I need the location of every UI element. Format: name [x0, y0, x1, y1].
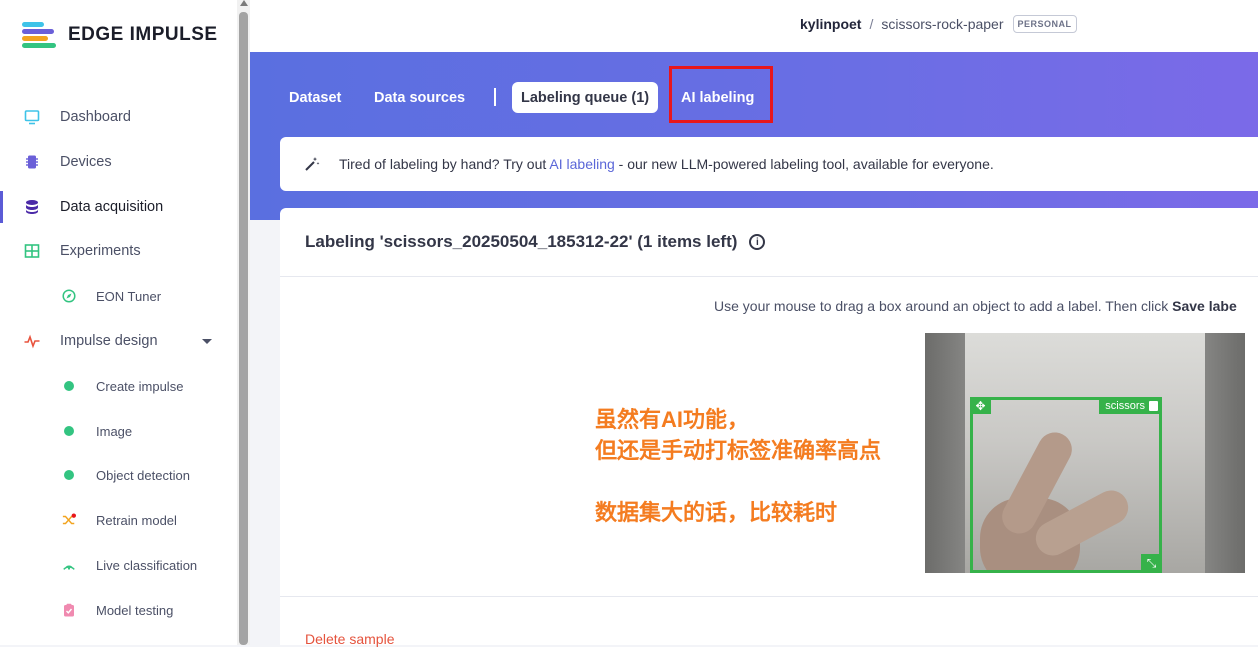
sidebar-item-live-classification[interactable]: Live classification	[0, 545, 237, 585]
scroll-up-arrow-icon[interactable]	[240, 0, 248, 6]
notice-prefix: Tired of labeling by hand? Try out	[339, 156, 550, 172]
sidebar-item-create-impulse[interactable]: Create impulse	[0, 366, 237, 406]
tab-data-sources[interactable]: Data sources	[374, 82, 465, 113]
sidebar-item-label: Create impulse	[96, 378, 184, 394]
bbox-label-text: scissors	[1105, 399, 1145, 412]
breadcrumb: kylinpoet / scissors-rock-paper PERSONAL	[800, 15, 1077, 33]
ai-labeling-notice: Tired of labeling by hand? Try out AI la…	[280, 137, 1258, 191]
database-icon	[26, 200, 38, 214]
tab-labeling-queue[interactable]: Labeling queue (1)	[512, 82, 659, 113]
info-icon[interactable]: i	[749, 234, 766, 250]
trash-icon[interactable]	[1149, 400, 1158, 411]
sidebar-item-label: Impulse design	[60, 333, 158, 349]
labeling-title: Labeling 'scissors_20250504_185312-22' (…	[305, 232, 766, 252]
chip-icon	[26, 155, 38, 169]
compass-icon	[62, 289, 76, 303]
annotation-line-2: 但还是手动打标签准确率高点	[595, 438, 882, 463]
image-background	[1205, 333, 1245, 573]
sidebar-item-label: Model testing	[96, 602, 174, 618]
instruction-save-label: Save labe	[1172, 298, 1237, 314]
sidebar-item-retrain-model[interactable]: Retrain model	[0, 500, 237, 540]
labeling-instruction: Use your mouse to drag a box around an o…	[714, 298, 1237, 314]
ai-labeling-link[interactable]: AI labeling	[549, 156, 614, 172]
clipboard-check-icon	[64, 603, 74, 617]
top-header: kylinpoet / scissors-rock-paper PERSONAL	[250, 0, 1258, 52]
notice-text: Tired of labeling by hand? Try out AI la…	[339, 156, 994, 172]
divider	[280, 596, 1258, 597]
divider	[280, 276, 1258, 277]
edge-impulse-logo-icon	[22, 22, 58, 48]
breadcrumb-user[interactable]: kylinpoet	[800, 16, 861, 32]
sidebar-item-label: Experiments	[60, 243, 141, 259]
annotation-line-3: 数据集大的话，比较耗时	[595, 500, 838, 525]
sidebar-item-experiments[interactable]: Experiments	[0, 231, 237, 271]
pulse-icon	[24, 334, 40, 349]
magic-wand-icon	[305, 157, 320, 171]
bounding-box-label[interactable]: scissors	[1099, 397, 1162, 414]
breadcrumb-project[interactable]: scissors-rock-paper	[881, 16, 1003, 32]
bounding-box[interactable]: ✥ scissors ⤡	[970, 397, 1162, 573]
tab-dataset[interactable]: Dataset	[289, 82, 341, 113]
sidebar-item-eon-tuner[interactable]: EON Tuner	[0, 276, 237, 316]
image-background	[925, 333, 965, 573]
sidebar-item-data-acquisition[interactable]: Data acquisition	[0, 187, 237, 227]
sample-image[interactable]: ✥ scissors ⤡	[925, 333, 1245, 573]
sidebar-item-label: Devices	[60, 154, 112, 170]
chevron-down-icon[interactable]	[202, 338, 212, 344]
sidebar-scrollbar-thumb[interactable]	[239, 12, 248, 645]
notice-suffix: - our new LLM-powered labeling tool, ava…	[614, 156, 994, 172]
signal-icon	[63, 565, 75, 570]
sidebar-item-impulse-design[interactable]: Impulse design	[0, 321, 237, 361]
instruction-text: Use your mouse to drag a box around an o…	[714, 298, 1173, 314]
sidebar: EDGE IMPULSE Dashboard Devices Data acqu…	[0, 0, 237, 645]
dot-icon	[64, 426, 74, 436]
brand-name: EDGE IMPULSE	[68, 24, 218, 45]
sidebar-item-label: Dashboard	[60, 109, 131, 125]
dot-icon	[64, 381, 74, 391]
sidebar-item-image[interactable]: Image	[0, 411, 237, 451]
hero-band: Dataset Data sources Labeling queue (1) …	[250, 52, 1258, 220]
annotation-highlight-box	[669, 66, 773, 123]
logo[interactable]: EDGE IMPULSE	[22, 22, 218, 48]
annotation-line-1: 虽然有AI功能，	[595, 407, 750, 432]
table-icon	[24, 244, 40, 258]
sidebar-item-dashboard[interactable]: Dashboard	[0, 97, 237, 137]
sidebar-item-label: Data acquisition	[60, 199, 164, 215]
resize-icon[interactable]: ⤡	[1141, 554, 1162, 573]
sidebar-item-devices[interactable]: Devices	[0, 142, 237, 182]
breadcrumb-separator: /	[869, 16, 874, 32]
project-type-badge: PERSONAL	[1012, 15, 1077, 33]
monitor-icon	[24, 110, 40, 125]
sidebar-item-label: Live classification	[96, 557, 198, 573]
move-icon[interactable]: ✥	[970, 397, 991, 414]
sidebar-item-label: Object detection	[96, 467, 190, 483]
sidebar-item-label: Retrain model	[96, 512, 177, 528]
shuffle-icon	[62, 513, 76, 525]
sidebar-item-model-testing[interactable]: Model testing	[0, 590, 237, 630]
dot-icon	[64, 470, 74, 480]
sidebar-item-label: Image	[96, 423, 133, 439]
labeling-card: Labeling 'scissors_20250504_185312-22' (…	[280, 208, 1258, 647]
sidebar-item-label: EON Tuner	[96, 288, 162, 304]
tab-divider	[494, 88, 496, 106]
labeling-title-text: Labeling 'scissors_20250504_185312-22' (…	[305, 232, 738, 251]
sidebar-item-object-detection[interactable]: Object detection	[0, 455, 237, 495]
